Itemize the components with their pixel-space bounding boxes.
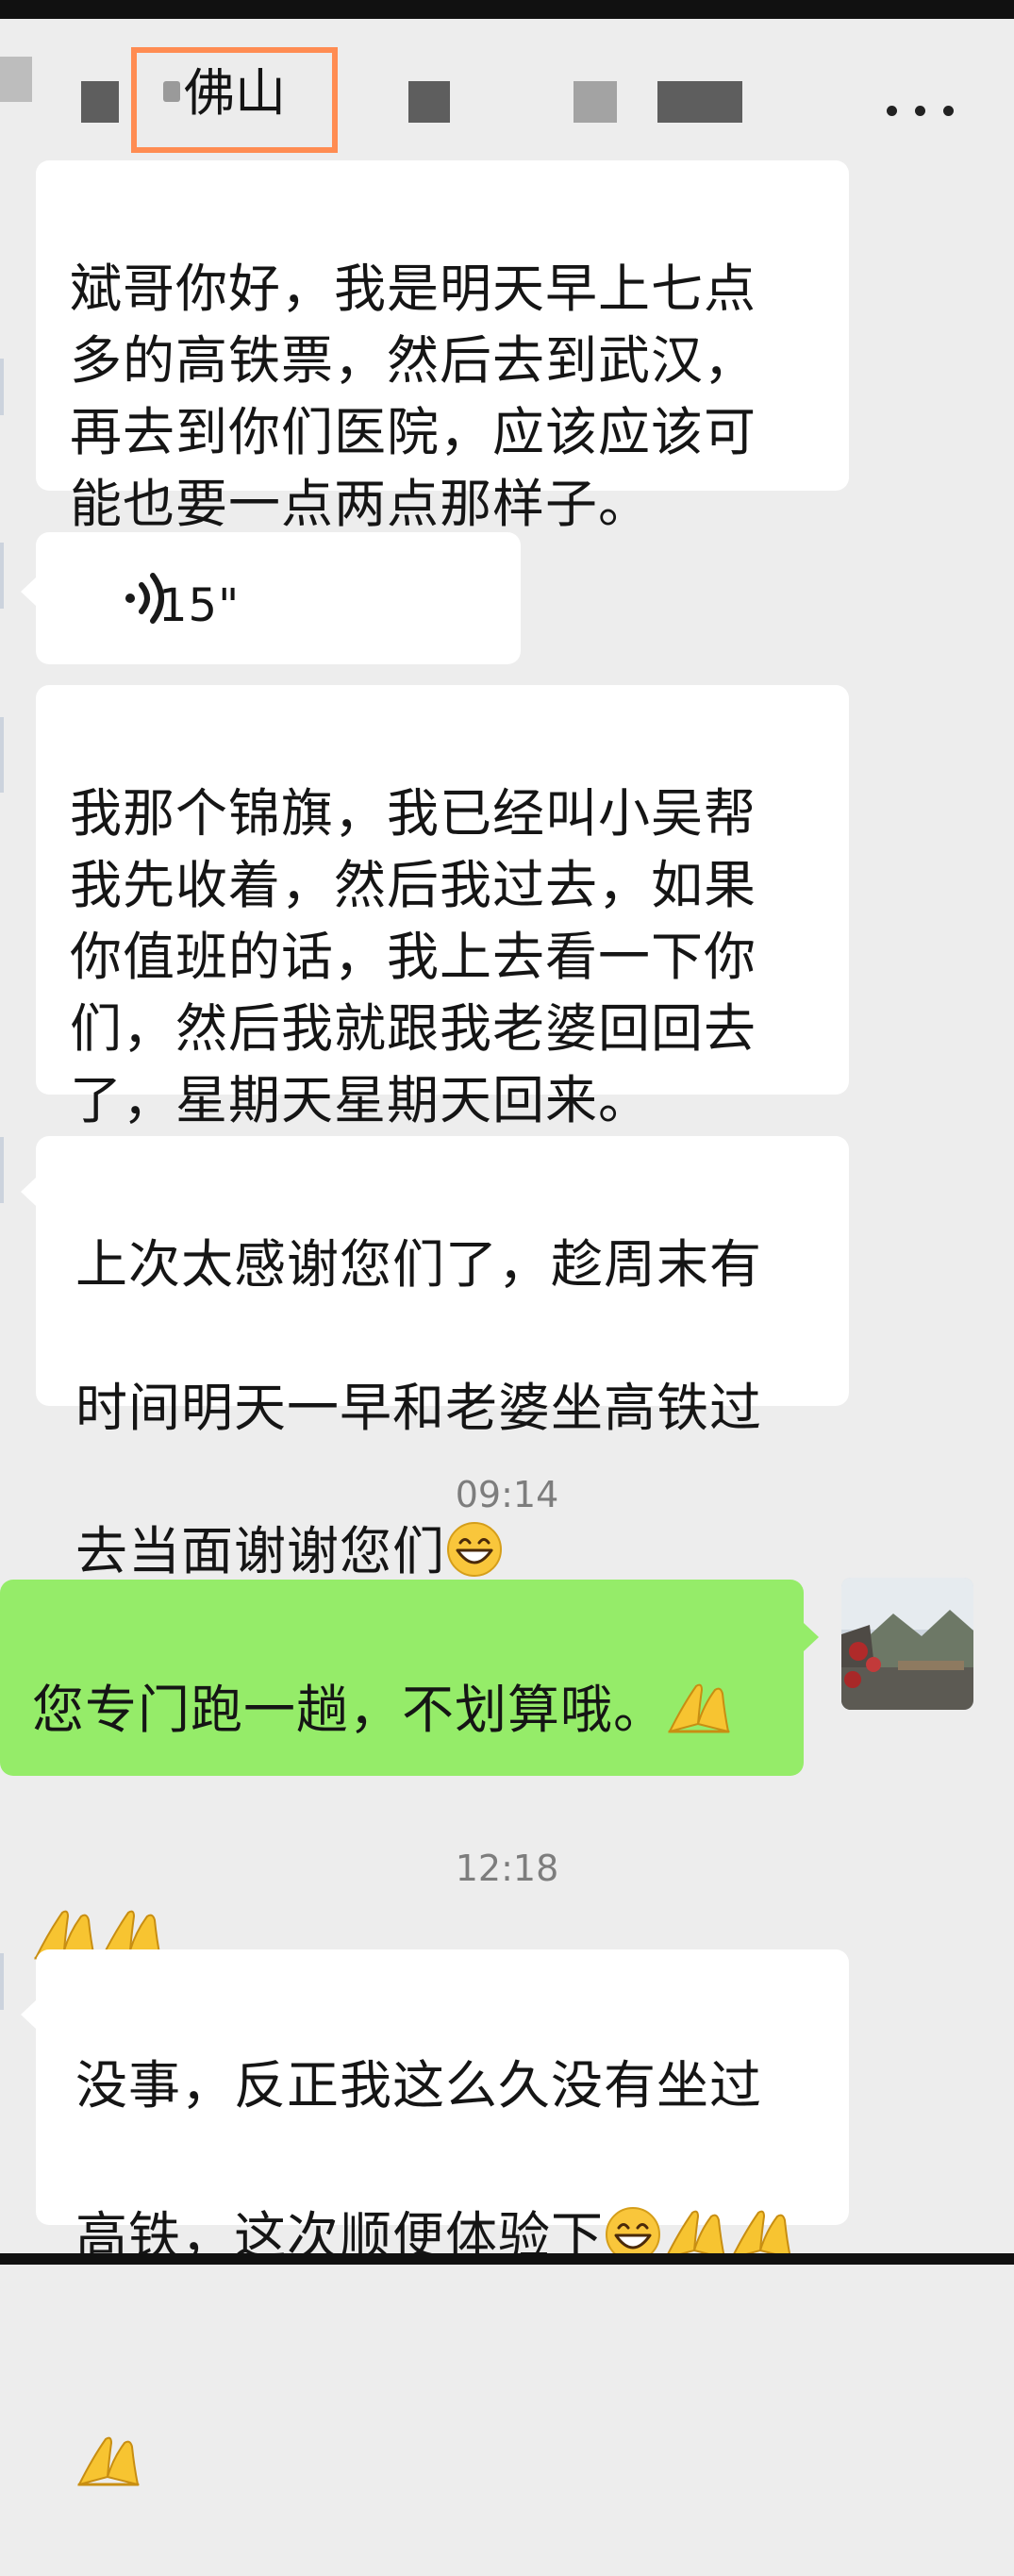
message-bubble[interactable]: 没事，反正我这么久没有坐过 高铁，这次顺便体验下 [36,1949,849,2486]
voice-message-bubble[interactable]: 15" [36,532,521,664]
bubble-tail [804,1623,819,1651]
message-line: 去当面谢谢您们 [75,1521,446,1581]
divider [0,717,4,793]
timestamp: 12:18 [455,1848,559,1889]
blurred-region [81,81,119,123]
sent-message-bubble[interactable]: 您专门跑一趟，不划算哦。 [0,1580,804,1960]
blurred-region [657,81,742,123]
bubble-tail [21,1178,36,1206]
bottom-frame [0,2253,1014,2265]
message-line: 时间明天一早和老婆坐高铁过 [75,1378,763,1438]
message-line: 没事，反正我这么久没有坐过 [75,2055,763,2116]
chat-header: 佛山 [0,19,1014,170]
blurred-region [408,81,450,123]
top-frame [0,0,1014,19]
divider [0,359,4,415]
emoji-row [75,2350,809,2501]
grinning-face-emoji [447,1522,503,1577]
message-text: 我那个锦旗，我已经叫小吴帮 我先收着，然后我过去，如果 你值班的话，我上去看一下… [70,783,757,1130]
message-text: 斌哥你好，我是明天早上七点 多的高铁票，然后去到武汉， 再去到你们医院，应该应该… [70,259,757,534]
message-line-with-emoji: 您专门跑一趟，不划算哦。 [32,1672,775,1748]
divider [0,1137,4,1203]
folded-hands-emoji [668,1683,730,1733]
chat-title[interactable]: 佛山 [184,68,286,119]
divider [0,1953,4,2010]
divider [0,543,4,609]
voice-duration: 15" [158,579,241,632]
blurred-region [0,57,32,102]
message-line: 上次太感谢您们了，趁周末有 [75,1234,763,1295]
bubble-tail [21,2000,36,2029]
timestamp: 09:14 [455,1474,559,1515]
blurred-region [163,81,180,102]
message-bubble[interactable]: 斌哥你好，我是明天早上七点 多的高铁票，然后去到武汉， 再去到你们医院，应该应该… [36,160,849,534]
more-horizontal-icon[interactable] [887,106,955,117]
message-bubble[interactable]: 上次太感谢您们了，趁周末有 时间明天一早和老婆坐高铁过 去当面谢谢您们 [36,1136,849,1581]
avatar-image [841,1578,973,1710]
message-bubble[interactable]: 我那个锦旗，我已经叫小吴帮 我先收着，然后我过去，如果 你值班的话，我上去看一下… [36,685,849,1130]
voice-wave-icon [125,573,164,624]
blurred-region [573,81,617,123]
folded-hands-emoji [77,2436,140,2486]
message-line-with-emoji: 去当面谢谢您们 [75,1515,809,1587]
avatar[interactable] [841,1578,973,1710]
bubble-tail [21,577,36,606]
message-line: 您专门跑一趟，不划算哦。 [32,1680,667,1740]
